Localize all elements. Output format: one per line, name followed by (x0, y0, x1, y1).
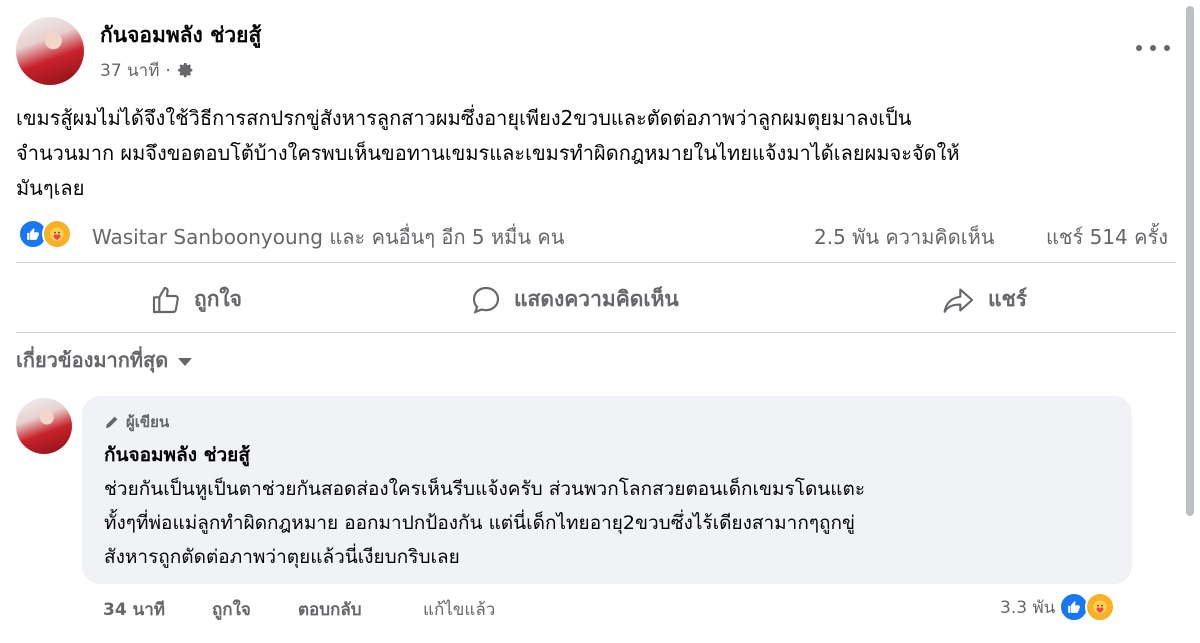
pencil-icon (104, 414, 120, 430)
comment-body: ช่วยกันเป็นหูเป็นตาช่วยกันสอดส่องใครเห็น… (104, 472, 1114, 574)
post-author-name[interactable]: กันจอมพลัง ช่วยสู้ (100, 19, 261, 52)
post-body: เขมรสู้ผมไม่ได้จึงใช้วิธีการสกปรกขู่สังห… (16, 101, 1176, 206)
post-text-line: จำนวนมาก ผมจึงขอตอบโต้บ้างใครพบเห็นขอทาน… (16, 141, 960, 165)
scrollbar-thumb[interactable] (1186, 6, 1194, 516)
author-badge-label: ผู้เขียน (126, 413, 170, 431)
share-label: แชร์ (988, 287, 1028, 311)
comment-text-line: สังหารถูกตัดต่อภาพว่าตุยแล้วนี่เงียบกริบ… (104, 546, 460, 568)
caret-down-icon (178, 358, 193, 366)
thumbs-up-icon (150, 284, 182, 316)
reaction-icons[interactable] (18, 219, 72, 249)
care-reaction-icon (1085, 592, 1116, 622)
comment-bubble: ผู้เขียน กันจอมพลัง ช่วยสู้ ช่วยกันเป็นห… (82, 396, 1132, 584)
comment-text-line: ทั้งๆที่พ่อแม่ลูกทำผิดกฎหมาย ออกมาปกป้อง… (104, 512, 856, 534)
share-button[interactable]: แชร์ (942, 283, 1027, 316)
comments-count[interactable]: 2.5 พัน ความคิดเห็น (814, 221, 994, 253)
comment-reply-button[interactable]: ตอบกลับ (298, 596, 362, 623)
shares-count[interactable]: แชร์ 514 ครั้ง (1046, 221, 1168, 253)
comment-sort-dropdown[interactable]: เกี่ยวข้องมากที่สุด (16, 344, 193, 376)
author-avatar[interactable] (16, 17, 84, 85)
reaction-count-text: 3.3 พัน (1000, 597, 1056, 618)
speech-bubble-icon (470, 284, 502, 316)
post-text-line: เขมรสู้ผมไม่ได้จึงใช้วิธีการสกปรกขู่สังห… (16, 106, 912, 130)
care-reaction-icon (42, 219, 72, 249)
comment-author-name[interactable]: กันจอมพลัง ช่วยสู้ (104, 440, 250, 470)
comment-text-line: ช่วยกันเป็นหูเป็นตาช่วยกันสอดส่องใครเห็น… (104, 478, 866, 500)
comment-label: แสดงความคิดเห็น (514, 287, 679, 311)
divider (16, 332, 1176, 333)
comment-time[interactable]: 34 นาที (103, 596, 165, 623)
comment-edited-label[interactable]: แก้ไขแล้ว (423, 596, 495, 623)
comment-like-button[interactable]: ถูกใจ (212, 596, 251, 623)
author-badge: ผู้เขียน (104, 410, 169, 434)
gear-icon[interactable] (177, 62, 195, 80)
comment-button[interactable]: แสดงความคิดเห็น (470, 283, 679, 316)
reaction-names[interactable]: Wasitar Sanboonyoung และ คนอื่นๆ อีก 5 ห… (92, 221, 564, 253)
post-meta: 37 นาที · (100, 57, 195, 84)
more-horizontal-icon[interactable] (1136, 36, 1170, 60)
comment-reaction-count[interactable]: 3.3 พัน (1000, 592, 1116, 622)
commenter-avatar[interactable] (16, 398, 72, 454)
meta-separator: · (165, 60, 171, 81)
share-arrow-icon (942, 284, 976, 316)
sort-label: เกี่ยวข้องมากที่สุด (16, 348, 169, 372)
like-button[interactable]: ถูกใจ (150, 283, 242, 316)
divider (16, 262, 1176, 263)
post-text-line: มันๆเลย (16, 176, 85, 200)
post-time[interactable]: 37 นาที (100, 57, 159, 84)
like-label: ถูกใจ (194, 287, 242, 311)
